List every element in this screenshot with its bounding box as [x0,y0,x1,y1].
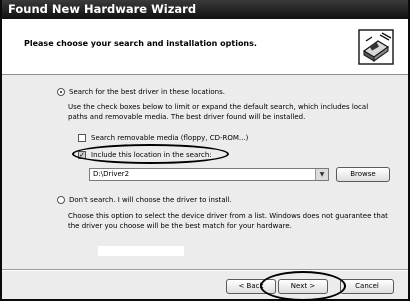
location-value: D:\Driver2 [93,170,130,178]
blank-patch [98,246,184,256]
chevron-down-icon[interactable]: ▼ [315,169,328,180]
removable-media-label[interactable]: Search removable media (floppy, CD-ROM..… [91,133,248,143]
wizard-window: Found New Hardware Wizard Please choose … [0,0,410,301]
title-bar[interactable]: Found New Hardware Wizard [2,0,408,19]
page-margin [410,0,414,301]
wizard-header: Please choose your search and installati… [2,19,408,75]
browse-label: Browse [350,170,376,178]
footer-separator [2,269,408,271]
cancel-label: Cancel [355,282,379,290]
next-button[interactable]: Next > [278,279,328,294]
hardware-wizard-icon [358,29,394,65]
page-heading: Please choose your search and installati… [24,39,257,48]
browse-button[interactable]: Browse [336,167,390,182]
dont-search-description-line1: Choose this option to select the device … [68,212,388,220]
cancel-button[interactable]: Cancel [340,279,394,294]
location-combobox[interactable]: D:\Driver2 ▼ [89,168,329,181]
window-title: Found New Hardware Wizard [8,2,197,16]
next-label: Next > [290,282,316,290]
include-location-label[interactable]: Include this location in the search: [91,150,212,160]
search-description-line1: Use the check boxes below to limit or ex… [68,103,369,111]
dont-search-option-radio[interactable] [57,196,65,204]
dont-search-option-label[interactable]: Don't search. I will choose the driver t… [69,195,232,205]
dont-search-description-line2: the driver you choose will be the best m… [68,222,292,230]
back-label: < Back [238,282,264,290]
search-option-radio[interactable] [57,88,65,96]
search-option-label[interactable]: Search for the best driver in these loca… [69,87,225,97]
search-description-line2: paths and removable media. The best driv… [68,113,306,121]
back-button[interactable]: < Back [226,279,276,294]
include-location-checkbox[interactable]: ✓ [78,151,86,159]
removable-media-checkbox[interactable] [78,134,86,142]
